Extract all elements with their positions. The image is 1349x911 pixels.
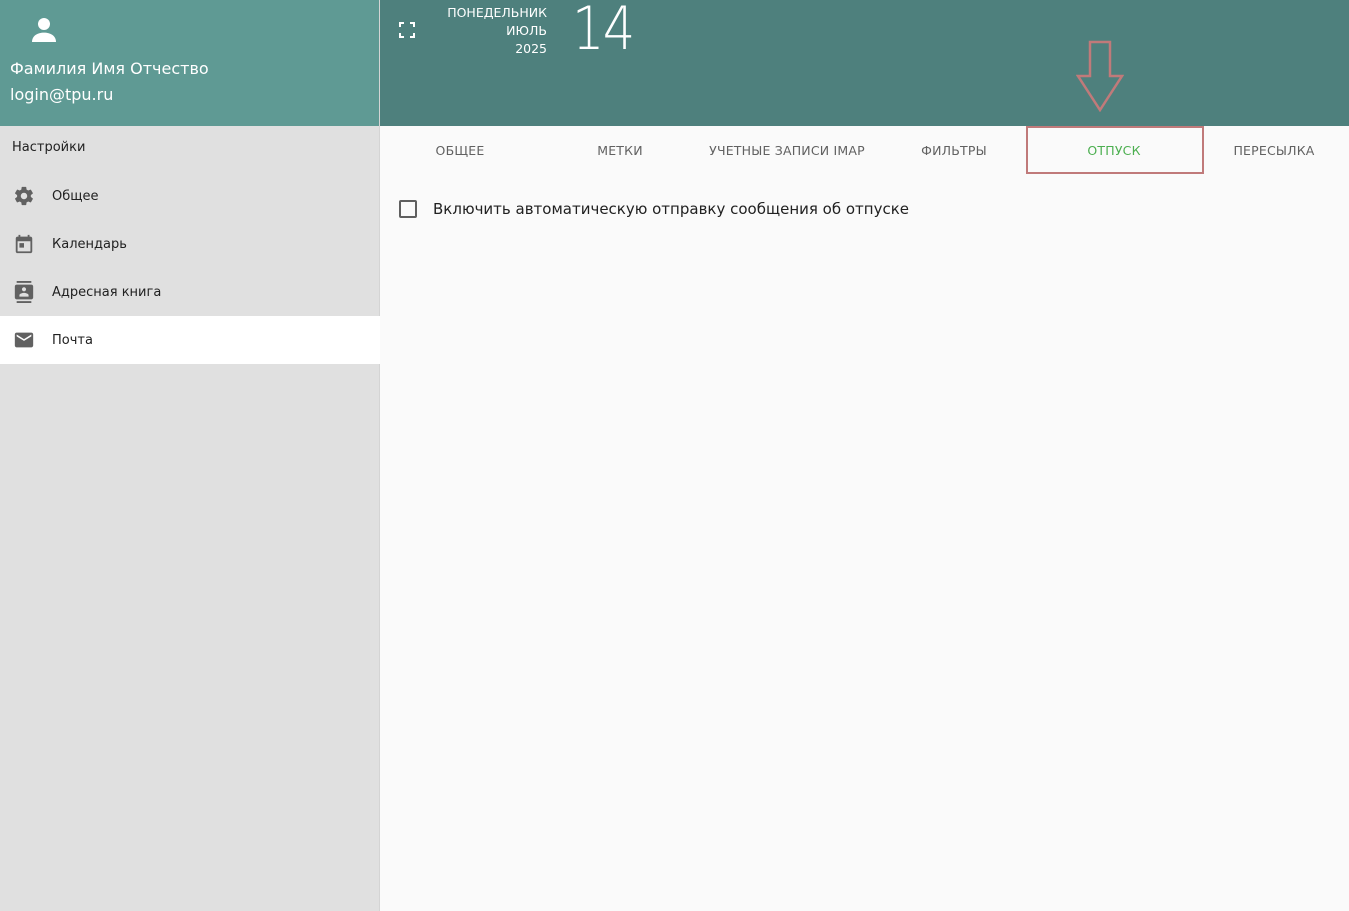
month-label: ИЮЛЬ (506, 23, 547, 38)
vacation-enable-label[interactable]: Включить автоматическую отправку сообщен… (433, 200, 909, 218)
date-block: ПОНЕДЕЛЬНИК ИЮЛЬ 2025 (447, 4, 547, 58)
mail-icon (13, 329, 35, 351)
sidebar-item-label: Общее (52, 188, 99, 204)
tab-vacation[interactable]: ОТПУСК (1034, 126, 1194, 174)
sidebar-item-address-book[interactable]: Адресная книга (0, 268, 380, 316)
annotation-arrow-icon (1076, 40, 1124, 112)
contacts-icon (13, 281, 35, 303)
profile-name: Фамилия Имя Отчество (10, 59, 209, 78)
tab-labels[interactable]: МЕТКИ (540, 126, 700, 174)
sidebar-item-mail[interactable]: Почта (0, 316, 380, 364)
fullscreen-icon[interactable] (399, 22, 415, 38)
vacation-enable-checkbox[interactable] (399, 200, 417, 218)
weekday-label: ПОНЕДЕЛЬНИК (447, 5, 547, 20)
sidebar-item-label: Адресная книга (52, 284, 162, 300)
user-avatar-icon (32, 18, 56, 42)
settings-title: Настройки (12, 140, 86, 155)
tab-general[interactable]: ОБЩЕЕ (380, 126, 540, 174)
sidebar-item-label: Календарь (52, 236, 127, 252)
gear-icon (13, 185, 35, 207)
sidebar-item-calendar[interactable]: Календарь (0, 220, 380, 268)
sidebar-item-general[interactable]: Общее (0, 172, 380, 220)
tab-imap-accounts[interactable]: УЧЕТНЫЕ ЗАПИСИ IMAP (700, 126, 874, 174)
calendar-icon (13, 233, 35, 255)
tab-forwarding[interactable]: ПЕРЕСЫЛКА (1194, 126, 1349, 174)
sidebar: Фамилия Имя Отчество login@tpu.ru Настро… (0, 0, 380, 911)
sidebar-item-label: Почта (52, 332, 93, 348)
profile-panel: Фамилия Имя Отчество login@tpu.ru (0, 0, 379, 126)
tab-filters[interactable]: ФИЛЬТРЫ (874, 126, 1034, 174)
header-bar: ПОНЕДЕЛЬНИК ИЮЛЬ 2025 14 (380, 0, 1349, 126)
day-number: 14 (572, 0, 635, 64)
year-label: 2025 (515, 41, 547, 56)
profile-login: login@tpu.ru (10, 85, 114, 104)
vacation-enable-option: Включить автоматическую отправку сообщен… (399, 200, 909, 218)
settings-nav: Общее Календарь Адресная книга Почта (0, 172, 380, 364)
settings-tabs: ОБЩЕЕ МЕТКИ УЧЕТНЫЕ ЗАПИСИ IMAP ФИЛЬТРЫ … (380, 126, 1349, 174)
